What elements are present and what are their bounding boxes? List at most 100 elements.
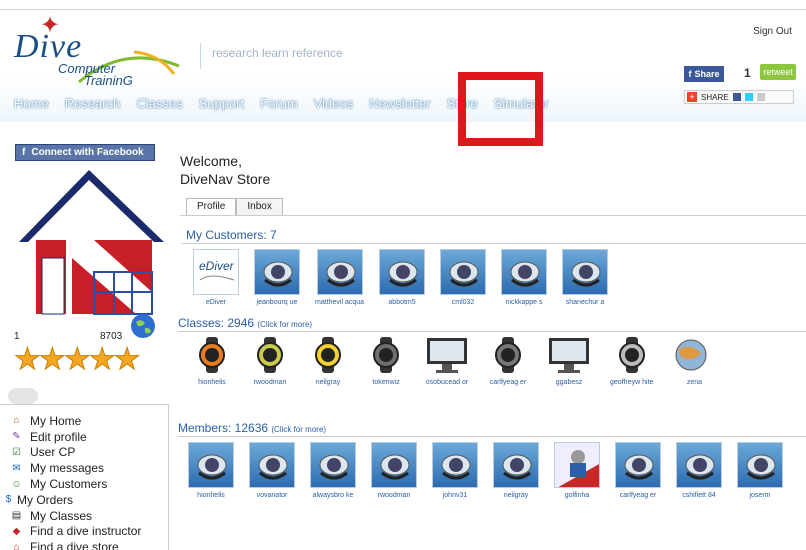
sidebar-item-my-messages[interactable]: ✉ My messages [10, 460, 141, 476]
rating-stars: ★ ★ ★ ★ ★ [14, 343, 142, 376]
member-item[interactable]: rwoodman [371, 442, 417, 500]
member-item[interactable]: hionhelis [188, 442, 234, 500]
sidebar-item-find-instructor[interactable]: ◆ Find a dive instructor [10, 524, 142, 540]
user-avatar [554, 442, 600, 488]
user-avatar [249, 442, 295, 488]
facebook-share-button[interactable]: f Share [684, 66, 724, 82]
customers-heading[interactable]: My Customers: 7 [186, 228, 277, 242]
facebook-connect-button[interactable]: f Connect with Facebook [15, 144, 155, 161]
twitter-mini-icon [744, 93, 753, 101]
username-label: shanechur a [565, 299, 605, 306]
facebook-connect-label: Connect with Facebook [31, 147, 144, 158]
sidebar-item-label: Edit profile [30, 429, 87, 444]
star-icon: ★ [14, 343, 42, 376]
sidebar-item-label: My Orders [17, 492, 74, 507]
nav-classes[interactable]: Classes [136, 96, 182, 111]
nav-videos[interactable]: Videos [314, 96, 354, 111]
username-label: jeanbourq ue [256, 299, 298, 306]
username-label: hionhelis [198, 379, 226, 386]
sidebar-item-label: Find a dive store [30, 540, 119, 550]
username-label: carlfyeag er [489, 379, 527, 386]
retweet-button[interactable]: retweet [760, 64, 796, 80]
customer-item[interactable]: shanechur a [562, 249, 609, 307]
user-avatar [615, 442, 661, 488]
sidebar-item-edit-profile[interactable]: ✎ Edit profile [10, 429, 141, 445]
sidebar-item-my-customers[interactable]: ☺ My Customers [10, 476, 141, 492]
dive-watch-icon [488, 335, 528, 375]
sidebar-item-user-cp[interactable]: ☑ User CP [10, 445, 141, 461]
member-item[interactable]: golfinha [554, 442, 600, 500]
member-item[interactable]: vovanator [249, 442, 295, 500]
class-item[interactable]: ggabesz [546, 335, 592, 387]
class-item[interactable]: neilgray [308, 335, 348, 387]
user-avatar [379, 249, 426, 295]
member-item[interactable]: joserm [737, 442, 783, 500]
store-name: DiveNav Store [180, 171, 271, 187]
nav-newsletter[interactable]: Newsletter [369, 96, 430, 111]
sidebar-item-label: Find a dive instructor [30, 524, 142, 539]
computer-icon [424, 335, 470, 375]
panel-toggle[interactable] [8, 388, 38, 404]
user-avatar [440, 249, 487, 295]
username-label: tokenwiz [372, 379, 400, 386]
svg-text:eDiver: eDiver [199, 259, 235, 273]
dive-watch-icon [250, 335, 290, 375]
store-icon: ⌂ [13, 541, 20, 550]
site-logo[interactable]: ✦ Dive Computer TraininG [14, 14, 194, 88]
sidebar-item-label: User CP [30, 445, 76, 460]
class-item[interactable]: osobucead or [424, 335, 470, 387]
facebook-icon: f [688, 69, 692, 79]
reputation-points: 8703 [100, 331, 123, 342]
store-highlight-box [458, 72, 543, 146]
nav-home[interactable]: Home [14, 96, 49, 111]
class-item[interactable]: tokenwiz [366, 335, 406, 387]
class-item[interactable]: rwoodman [250, 335, 290, 387]
email-mini-icon [756, 93, 765, 101]
customer-item[interactable]: nickkappe s [501, 249, 548, 307]
customer-item[interactable]: cml032 [440, 249, 487, 307]
sidebar-item-my-classes[interactable]: ▤ My Classes [10, 508, 141, 524]
nav-research[interactable]: Research [65, 96, 121, 111]
username-label: rwoodman [253, 379, 287, 386]
star-icon: ★ [113, 343, 141, 376]
classes-heading[interactable]: Classes: 2946 (Click for more) [178, 316, 312, 330]
addthis-share-button[interactable]: + SHARE [684, 90, 794, 104]
member-item[interactable]: alwaysbro ke [310, 442, 356, 500]
tab-profile[interactable]: Profile [186, 198, 237, 215]
members-more-link[interactable]: (Click for more) [271, 425, 326, 434]
customer-item[interactable]: matthevil acqua [315, 249, 364, 307]
members-heading[interactable]: Members: 12636 (Click for more) [178, 421, 326, 435]
username-label: johnv31 [442, 492, 468, 499]
nav-support[interactable]: Support [199, 96, 245, 111]
class-item[interactable]: geoffreyw hite [610, 335, 653, 387]
customers-icon: ☺ [11, 478, 22, 490]
retweet-count: 1 [744, 66, 751, 80]
username-label: osobucead or [425, 379, 469, 386]
customer-item[interactable]: jeanbourq ue [254, 249, 300, 307]
class-item[interactable]: hionhelis [192, 335, 232, 387]
sidebar-vertical-divider [168, 404, 169, 550]
member-item[interactable]: neilgray [493, 442, 539, 500]
class-item[interactable]: zena [671, 335, 717, 387]
post-count: 1 [14, 331, 20, 342]
member-item[interactable]: johnv31 [432, 442, 478, 500]
envelope-icon: ✉ [12, 462, 21, 474]
sidebar-item-my-orders[interactable]: $ My Orders [2, 492, 141, 508]
classes-more-link[interactable]: (Click for more) [257, 320, 312, 329]
member-item[interactable]: cshifiett 84 [676, 442, 722, 500]
username-label: abbotm5 [388, 299, 416, 306]
customer-item[interactable]: abbotm5 [379, 249, 426, 307]
customer-item[interactable]: eDiver eDiver [193, 249, 239, 307]
star-icon: ★ [88, 343, 116, 376]
tagline: research learn reference [212, 46, 343, 60]
instructor-icon: ◆ [12, 525, 21, 537]
star-icon: ★ [63, 343, 91, 376]
class-item[interactable]: carlfyeag er [488, 335, 528, 387]
tab-inbox[interactable]: Inbox [236, 198, 283, 215]
member-item[interactable]: carlfyeag er [615, 442, 661, 500]
sidebar-item-my-home[interactable]: ⌂ My Home [10, 413, 141, 429]
sign-out-link[interactable]: Sign Out [753, 26, 792, 37]
sidebar-item-find-store[interactable]: ⌂ Find a dive store [10, 539, 141, 550]
nav-forum[interactable]: Forum [260, 96, 298, 111]
username-label: alwaysbro ke [312, 492, 354, 499]
